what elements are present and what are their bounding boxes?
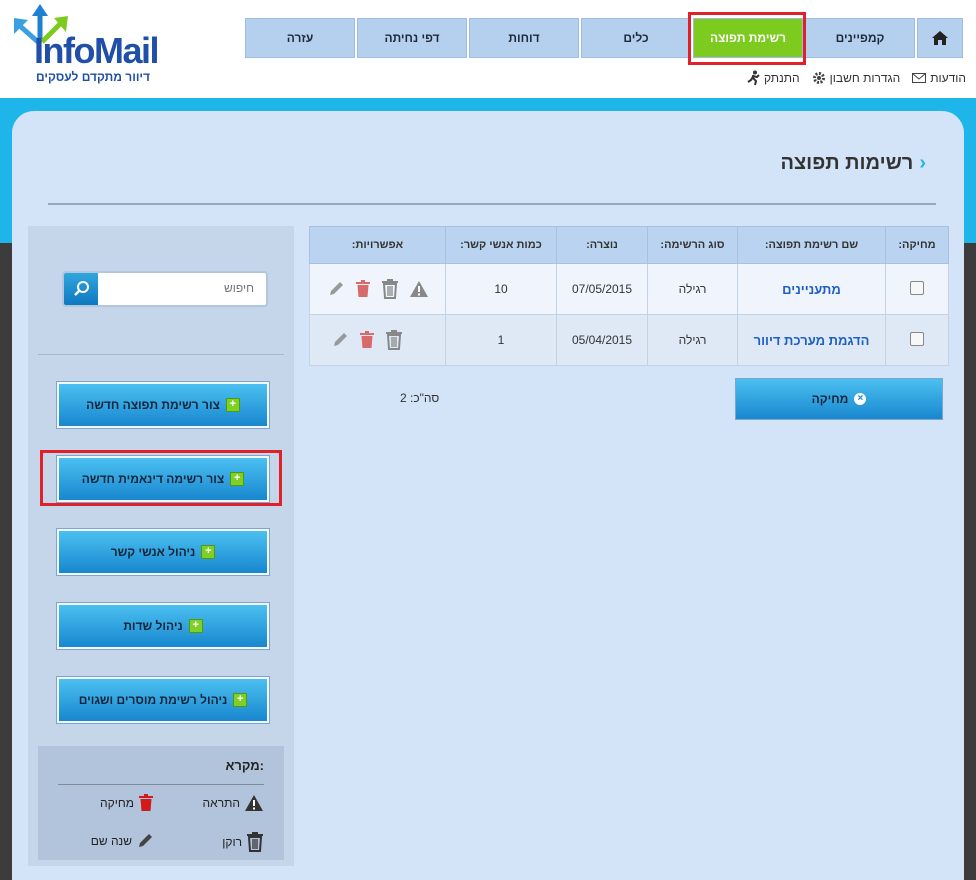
legend-delete-label: מחיקה: [100, 796, 134, 810]
infomail-logo[interactable]: InfoMail דיוור מתקדם לעסקים: [8, 2, 168, 88]
delete-selected-label: מחיקה: [811, 392, 849, 406]
list-name-cell: הדגמת מערכת דיוור: [737, 314, 886, 366]
mailing-lists-table: מחיקה: שם רשימת תפוצה: סוג הרשימה: נוצרה…: [309, 226, 949, 366]
logout-link[interactable]: התנתק: [746, 70, 800, 86]
account-settings-label: הגדרות חשבון: [829, 71, 901, 85]
options-cell: [309, 263, 446, 315]
manage-removed-list-button[interactable]: + ניהול רשימת מוסרים ושגוים: [57, 677, 269, 723]
legend-item-rename: שנה שם: [91, 832, 154, 850]
legend-rename-label: שנה שם: [90, 834, 132, 848]
legend-item-empty: רוקן: [222, 832, 264, 852]
list-type-cell: רגילה: [647, 314, 738, 366]
empty-bin-icon[interactable]: [381, 279, 399, 299]
row-checkbox[interactable]: [910, 280, 924, 295]
search-icon: [74, 281, 89, 296]
created-date-cell: 07/05/2015: [556, 263, 648, 315]
col-header-list-type: סוג הרשימה:: [647, 226, 738, 264]
manage-removed-list-label: ניהול רשימת מוסרים ושגוים: [78, 693, 228, 707]
col-header-delete: מחיקה:: [885, 226, 949, 264]
warning-icon[interactable]: [409, 280, 429, 298]
plus-icon: +: [233, 693, 248, 707]
nav-tab-tools[interactable]: כלים: [581, 18, 691, 58]
messages-link[interactable]: הודעות: [912, 70, 966, 86]
sidebar: + צור רשימת תפוצה חדשה + צור רשימה דינאמ…: [28, 226, 294, 866]
pencil-icon: [139, 834, 152, 847]
gear-icon: [812, 72, 825, 84]
create-mailing-list-button[interactable]: + צור רשימת תפוצה חדשה: [57, 382, 269, 428]
account-settings-link[interactable]: הגדרות חשבון: [812, 70, 901, 86]
home-icon: [932, 31, 948, 45]
legend-item-delete: מחיקה: [100, 794, 154, 812]
created-date-cell: 05/04/2015: [556, 314, 648, 366]
highlight-box-dynamic-list-button: [40, 450, 282, 506]
trash-icon[interactable]: [359, 331, 375, 349]
nav-tab-help[interactable]: עזרה: [245, 18, 355, 58]
contacts-count-cell: 10: [445, 263, 557, 315]
logout-label: התנתק: [763, 71, 800, 85]
manage-contacts-button[interactable]: + ניהול אנשי קשר: [57, 529, 269, 575]
legend-divider: [58, 784, 264, 785]
col-header-options: אפשרויות:: [309, 226, 446, 264]
nav-tab-landing-pages[interactable]: דפי נחיתה: [357, 18, 467, 58]
options-cell: [309, 314, 446, 366]
delete-selected-button[interactable]: × מחיקה: [735, 378, 943, 420]
nav-home[interactable]: [917, 18, 963, 58]
search-box: [62, 271, 268, 307]
manage-fields-label: ניהול שדות: [123, 619, 183, 633]
trash-icon: [139, 794, 153, 811]
search-input[interactable]: [102, 273, 260, 303]
row-checkbox-cell: [885, 263, 949, 315]
manage-contacts-label: ניהול אנשי קשר: [110, 545, 196, 559]
list-name-link[interactable]: הדגמת מערכת דיוור: [754, 333, 870, 348]
sidebar-divider: [38, 354, 284, 355]
chevron-icon: ›: [919, 152, 926, 174]
plus-icon: +: [201, 545, 216, 559]
logout-running-icon: [747, 70, 760, 86]
pencil-icon[interactable]: [327, 280, 345, 298]
legend-box: מקרא: התראה מחיקה רוקן שנה שם: [38, 746, 284, 860]
list-name-link[interactable]: מתעניינים: [782, 282, 841, 297]
nav-tab-reports[interactable]: דוחות: [469, 18, 579, 58]
title-divider: [48, 203, 936, 205]
row-checkbox[interactable]: [910, 331, 924, 346]
row-checkbox-cell: [885, 314, 949, 366]
messages-label: הודעות: [930, 71, 966, 85]
envelope-icon: [912, 73, 927, 83]
top-links: הודעות הגדרות חשבון התנתק: [746, 70, 966, 86]
col-header-created: נוצרה:: [556, 226, 648, 264]
plus-icon: +: [188, 619, 203, 633]
contacts-count-cell: 1: [445, 314, 557, 366]
total-count: סה"כ: 2: [400, 391, 440, 405]
empty-bin-icon[interactable]: [385, 330, 403, 350]
legend-item-warning: התראה: [203, 794, 264, 812]
pencil-icon[interactable]: [331, 331, 349, 349]
legend-warning-label: התראה: [202, 796, 240, 810]
search-button[interactable]: [64, 273, 98, 305]
page-title-text: רשימות תפוצה: [780, 152, 914, 174]
page-title: רשימות תפוצה ›: [780, 152, 926, 175]
logo-tagline: דיוור מתקדם לעסקים: [36, 70, 151, 84]
highlight-box-mailing-list-tab: [688, 12, 806, 65]
logo-text: InfoMail: [34, 30, 159, 71]
col-header-contacts-count: כמות אנשי קשר:: [445, 226, 557, 264]
legend-title: מקרא:: [225, 758, 264, 773]
close-circle-icon: ×: [854, 393, 867, 405]
table-header-row: מחיקה: שם רשימת תפוצה: סוג הרשימה: נוצרה…: [309, 226, 949, 264]
list-name-cell: מתעניינים: [737, 263, 886, 315]
manage-fields-button[interactable]: + ניהול שדות: [57, 603, 269, 649]
nav-tab-campaigns[interactable]: קמפיינים: [805, 18, 915, 58]
warning-icon: [245, 795, 263, 811]
header: InfoMail דיוור מתקדם לעסקים קמפיינים רשי…: [0, 0, 976, 98]
create-mailing-list-label: צור רשימת תפוצה חדשה: [86, 398, 220, 412]
table-row: הדגמת מערכת דיוור רגילה 05/04/2015 1: [309, 314, 949, 366]
list-type-cell: רגילה: [647, 263, 738, 315]
empty-bin-icon: [247, 832, 263, 852]
legend-empty-label: רוקן: [222, 835, 242, 849]
table-row: מתעניינים רגילה 07/05/2015 10: [309, 263, 949, 315]
main-nav: קמפיינים רשימת תפוצה כלים דוחות דפי נחית…: [245, 18, 963, 58]
trash-icon[interactable]: [355, 280, 371, 298]
plus-icon: +: [225, 398, 240, 412]
col-header-list-name: שם רשימת תפוצה:: [737, 226, 886, 264]
